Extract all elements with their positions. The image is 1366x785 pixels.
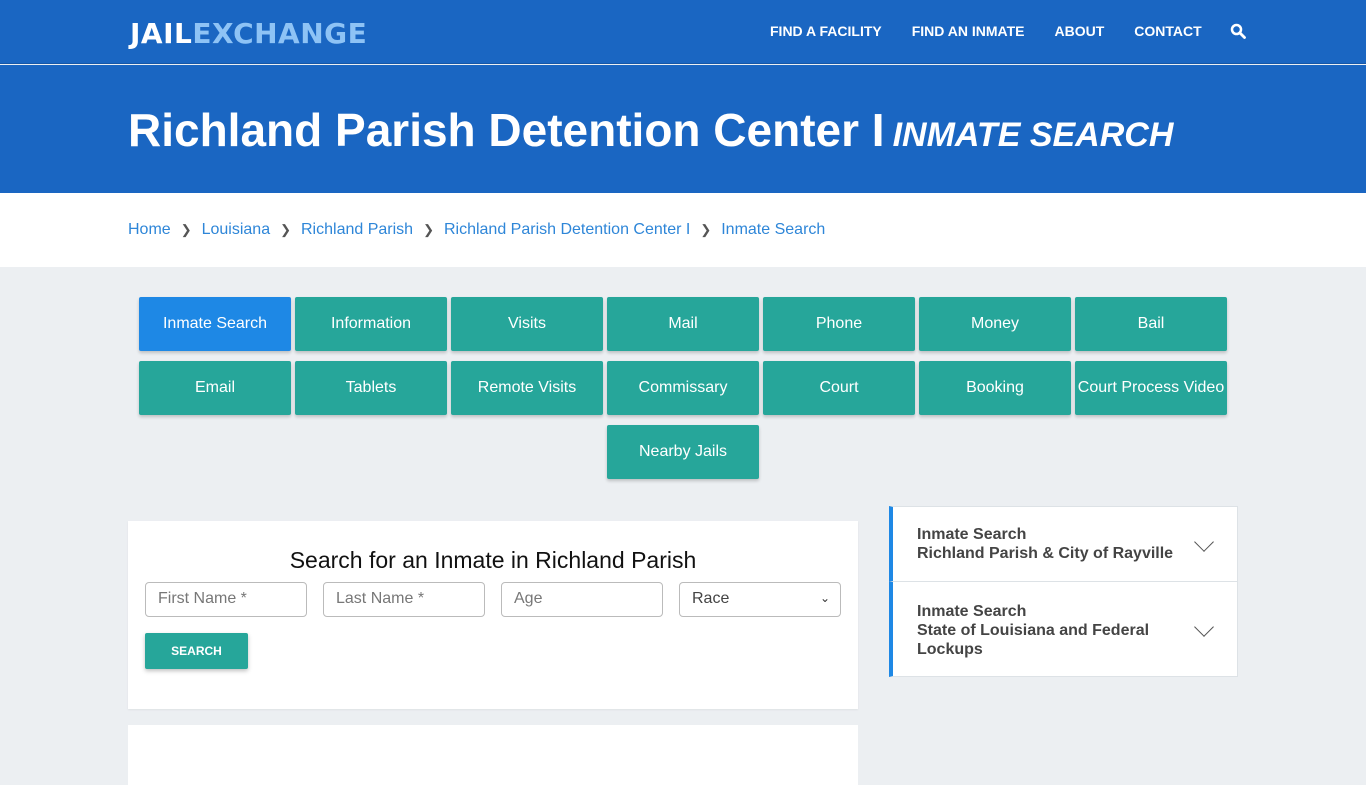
first-name-input[interactable]: First Name *: [145, 582, 307, 617]
accordion-line1: Inmate Search: [917, 603, 1027, 620]
main-nav: FIND A FACILITY FIND AN INMATE ABOUT CON…: [770, 23, 1246, 39]
page-subtitle: INMATE SEARCH: [892, 116, 1174, 154]
breadcrumb: Home ❯ Louisiana ❯ Richland Parish ❯ Richla…: [128, 221, 825, 239]
chevron-right-icon: ❯: [700, 222, 712, 237]
tab-money[interactable]: Money: [919, 297, 1071, 351]
chevron-down-icon: ⌄: [819, 591, 830, 605]
tab-tablets[interactable]: Tablets: [295, 361, 447, 415]
tab-court-process-video[interactable]: Court Process Video: [1075, 361, 1227, 415]
nav-find-inmate[interactable]: FIND AN INMATE: [912, 23, 1025, 39]
breadcrumb-bar: Home ❯ Louisiana ❯ Richland Parish ❯ Richla…: [0, 193, 1366, 267]
accordion-line1: Inmate Search: [917, 526, 1027, 543]
chevron-right-icon: ❯: [280, 222, 291, 237]
accordion-title: Inmate Search Richland Parish & City of …: [917, 525, 1173, 563]
nav-contact[interactable]: CONTACT: [1134, 23, 1201, 39]
accordion-title: Inmate Search State of Louisiana and Fed…: [917, 602, 1167, 659]
accordion-line2: State of Louisiana and Federal Lockups: [917, 622, 1150, 658]
age-input[interactable]: Age: [501, 582, 663, 617]
tab-mail[interactable]: Mail: [607, 297, 759, 351]
tab-remote-visits[interactable]: Remote Visits: [451, 361, 603, 415]
race-select[interactable]: Race ⌄: [679, 582, 841, 617]
chevron-right-icon: ❯: [180, 222, 192, 237]
breadcrumb-home[interactable]: Home: [128, 221, 171, 239]
tab-booking[interactable]: Booking: [919, 361, 1071, 415]
accordion-line2: Richland Parish & City of Rayville: [917, 545, 1174, 562]
race-selected-value: Race: [692, 590, 730, 607]
tab-information[interactable]: Information: [295, 297, 447, 351]
accordion-local-search[interactable]: Inmate Search Richland Parish & City of …: [889, 506, 1238, 582]
top-navbar: JAILEXCHANGE FIND A FACILITY FIND AN INM…: [0, 0, 1366, 64]
last-name-placeholder: Last Name *: [336, 590, 425, 607]
tab-court[interactable]: Court: [763, 361, 915, 415]
last-name-input[interactable]: Last Name *: [323, 582, 485, 617]
facility-title: Richland Parish Detention Center I: [128, 104, 885, 156]
inmate-search-card: Search for an Inmate in Richland Parish …: [128, 521, 858, 709]
breadcrumb-facility[interactable]: Richland Parish Detention Center I: [444, 221, 690, 239]
chevron-right-icon: ❯: [423, 222, 434, 237]
search-form-title: Search for an Inmate in Richland Parish: [289, 547, 697, 573]
tab-visits[interactable]: Visits: [451, 297, 603, 351]
content-card: [128, 725, 858, 785]
tab-nearby-jails[interactable]: Nearby Jails: [607, 425, 759, 479]
first-name-placeholder: First Name *: [158, 590, 247, 607]
search-button[interactable]: SEARCH: [145, 633, 248, 669]
logo-jail: JAIL: [130, 17, 193, 50]
breadcrumb-county[interactable]: Richland Parish: [301, 221, 413, 239]
chevron-down-icon[interactable]: [1194, 532, 1214, 552]
tab-email[interactable]: Email: [139, 361, 291, 415]
logo-exchange: EXCHANGE: [192, 17, 368, 50]
nav-about[interactable]: ABOUT: [1055, 23, 1105, 39]
tab-inmate-search[interactable]: Inmate Search: [139, 297, 291, 351]
chevron-down-icon[interactable]: [1194, 617, 1214, 637]
accordion-state-search[interactable]: Inmate Search State of Louisiana and Fed…: [889, 581, 1238, 677]
breadcrumb-current[interactable]: Inmate Search: [721, 221, 825, 239]
age-placeholder: Age: [514, 590, 543, 607]
hero-banner: Richland Parish Detention Center I INMATE…: [0, 65, 1366, 193]
tab-phone[interactable]: Phone: [763, 297, 915, 351]
logo[interactable]: JAILEXCHANGE: [130, 17, 367, 50]
breadcrumb-state[interactable]: Louisiana: [202, 221, 271, 239]
page-title: Richland Parish Detention Center I INMATE…: [128, 103, 1173, 157]
tab-commissary[interactable]: Commissary: [607, 361, 759, 415]
search-icon[interactable]: [1230, 23, 1246, 39]
nav-find-facility[interactable]: FIND A FACILITY: [770, 23, 882, 39]
tab-bail[interactable]: Bail: [1075, 297, 1227, 351]
